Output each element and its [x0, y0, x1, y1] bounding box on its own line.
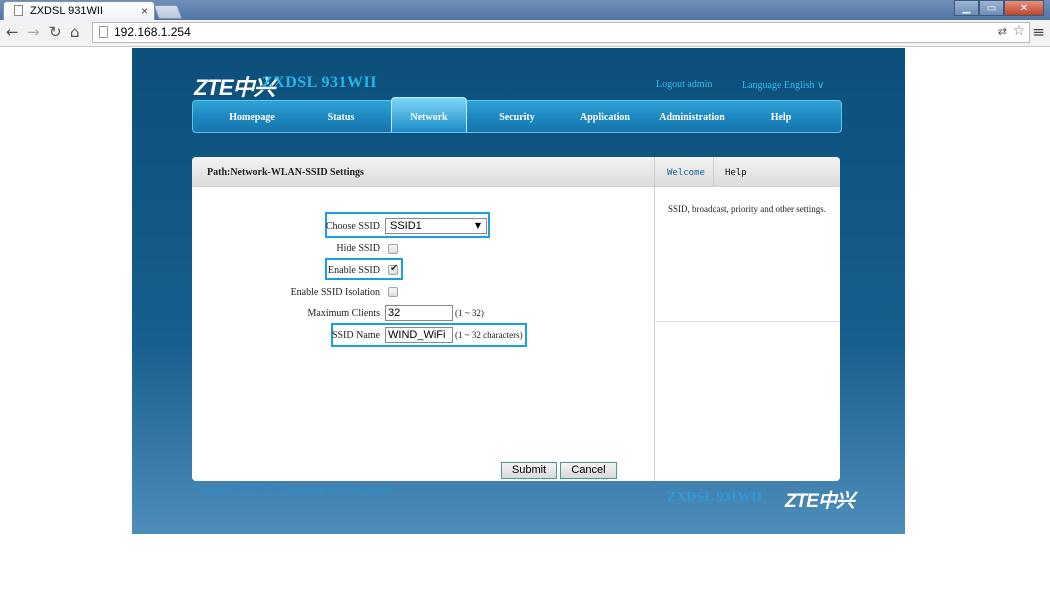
enable-ssid-checkbox[interactable]: ✔ — [388, 263, 399, 275]
language-select[interactable]: Language English ∨ — [742, 80, 824, 91]
path-bar: Path:Network-WLAN-SSID Settings — [192, 157, 654, 187]
help-tabs: Welcome Help — [655, 157, 840, 187]
panel-divider — [654, 157, 655, 481]
tab-close-icon[interactable]: × — [141, 4, 148, 18]
maximize-button[interactable]: ▭ — [979, 0, 1004, 16]
nav-status[interactable]: Status — [301, 101, 381, 132]
nav-help[interactable]: Help — [739, 101, 823, 132]
browser-menu-icon[interactable]: ≡ — [1032, 23, 1045, 41]
tab-help[interactable]: Help — [725, 168, 747, 178]
help-tab-divider — [713, 157, 714, 187]
footer-product-name: ZXDSL 931WII — [667, 490, 763, 505]
logout-link[interactable]: Logout admin — [656, 79, 712, 90]
home-icon[interactable]: ⌂ — [70, 23, 80, 41]
address-url[interactable]: 192.168.1.254 — [114, 25, 191, 39]
main-navbar: Homepage Status Network Security Applica… — [192, 97, 842, 133]
forward-arrow-icon[interactable]: → — [27, 23, 40, 41]
router-page: ZTE中兴 ZXDSL 931WII Logout admin Language… — [132, 48, 905, 534]
tab-title: ZXDSL 931WII — [30, 5, 103, 17]
minimize-button[interactable]: ▁ — [954, 0, 979, 16]
ssid-name-label: SSID Name — [331, 330, 380, 341]
nav-administration[interactable]: Administration — [649, 101, 735, 132]
choose-ssid-select[interactable]: SSID1 ▼ — [385, 218, 487, 234]
footer-zte-logo: ZTE中兴 — [785, 491, 855, 512]
new-tab-button[interactable] — [153, 5, 183, 19]
nav-application[interactable]: Application — [563, 101, 647, 132]
hide-ssid-label: Hide SSID — [336, 243, 380, 254]
max-clients-input[interactable] — [385, 305, 453, 321]
dropdown-arrow-icon: ▼ — [474, 221, 481, 230]
back-arrow-icon[interactable]: ← — [6, 23, 19, 41]
copyright-text: Copyright © 2011 ZTE Corporation. All ri… — [194, 485, 395, 495]
checkmark-icon: ✔ — [390, 263, 399, 274]
hide-ssid-checkbox[interactable] — [388, 244, 398, 254]
choose-ssid-label: Choose SSID — [325, 221, 380, 232]
max-clients-hint: (1 ~ 32) — [455, 308, 484, 318]
ssid-isolation-checkbox[interactable] — [388, 287, 398, 297]
enable-ssid-label: Enable SSID — [328, 265, 380, 276]
nav-homepage[interactable]: Homepage — [209, 101, 295, 132]
address-bar[interactable]: 192.168.1.254 ⇄ ☆ — [92, 22, 1030, 43]
ssid-isolation-label: Enable SSID Isolation — [290, 287, 380, 298]
browser-toolbar: ← → ↻ ⌂ 192.168.1.254 ⇄ ☆ ≡ — [0, 20, 1050, 47]
page-icon — [14, 5, 23, 16]
translate-icon[interactable]: ⇄ — [998, 25, 1007, 38]
help-text: SSID, broadcast, priority and other sett… — [668, 204, 826, 214]
browser-tab[interactable]: ZXDSL 931WII × — [3, 1, 155, 20]
cancel-button[interactable]: Cancel — [560, 462, 617, 479]
content-panel: Path:Network-WLAN-SSID Settings Choose S… — [192, 157, 840, 481]
bookmark-star-icon[interactable]: ☆ — [1012, 23, 1025, 39]
submit-button[interactable]: Submit — [501, 462, 557, 479]
choose-ssid-value: SSID1 — [390, 220, 422, 232]
help-separator — [655, 321, 840, 322]
product-name: ZXDSL 931WII — [262, 74, 377, 91]
tab-welcome[interactable]: Welcome — [667, 168, 705, 178]
breadcrumb: Path:Network-WLAN-SSID Settings — [207, 167, 364, 178]
nav-network[interactable]: Network — [391, 97, 467, 132]
reload-icon[interactable]: ↻ — [49, 23, 62, 41]
window-controls: ▁ ▭ ✕ — [954, 0, 1044, 17]
page-info-icon[interactable] — [99, 26, 108, 38]
nav-security[interactable]: Security — [475, 101, 559, 132]
browser-titlebar: ZXDSL 931WII × ▁ ▭ ✕ — [0, 0, 1050, 20]
close-window-button[interactable]: ✕ — [1004, 0, 1044, 16]
ssid-name-hint: (1 ~ 32 characters) — [455, 330, 523, 340]
ssid-name-input[interactable] — [385, 327, 453, 343]
max-clients-label: Maximum Clients — [307, 308, 381, 319]
